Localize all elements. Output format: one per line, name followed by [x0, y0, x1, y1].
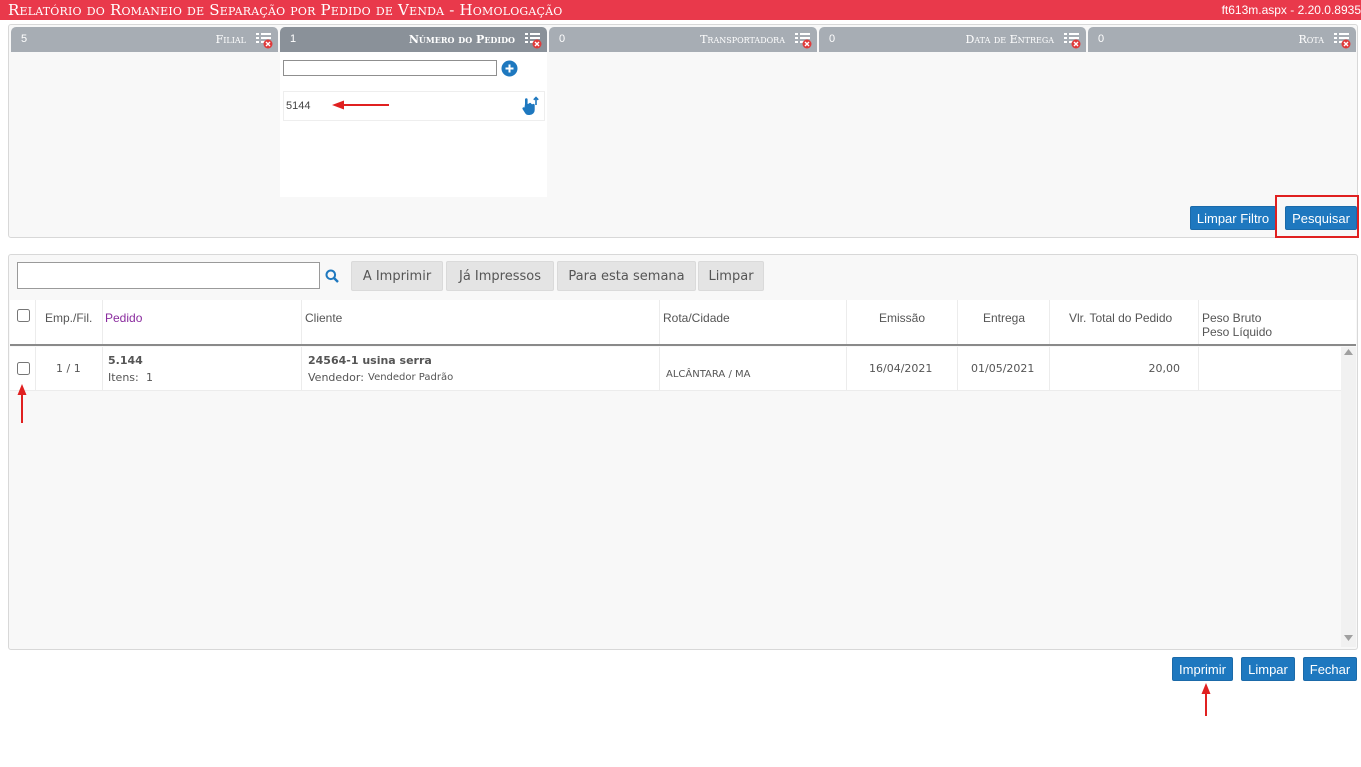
quick-filter-a-imprimir[interactable]: A Imprimir [351, 261, 443, 291]
filter-clear-icon[interactable] [1063, 31, 1081, 49]
filter-count: 0 [1098, 33, 1105, 45]
row-checkbox[interactable] [17, 362, 30, 375]
itens-label: Itens: [108, 371, 139, 384]
version-label: ft613m.aspx - 2.20.0.8935 [1221, 3, 1361, 17]
pedido-input[interactable] [283, 60, 497, 76]
pedido-cell: 5.144 Itens: 1 [103, 347, 302, 390]
cliente-cell: 24564-1 usina serra Vendedor: Vendedor P… [302, 347, 660, 390]
filter-label: Filial [215, 33, 246, 46]
pedido-filter-body: 5144 [280, 52, 547, 197]
search-icon[interactable] [325, 269, 339, 283]
header-select-cell [10, 300, 36, 344]
vendedor-name: Vendedor Padrão [368, 372, 454, 383]
filter-label: Número do Pedido [408, 33, 515, 46]
header-cliente[interactable]: Cliente [302, 300, 660, 344]
add-icon[interactable] [501, 60, 518, 77]
peso-cell [1199, 347, 1341, 390]
filter-clear-icon[interactable] [524, 31, 542, 49]
page-title: Relatório do Romaneio de Separação por P… [8, 1, 563, 19]
annotation-highlight-box [1275, 195, 1359, 238]
quick-filter-limpar[interactable]: Limpar [698, 261, 764, 291]
vendedor-label: Vendedor: [308, 371, 364, 384]
quick-filter-para-esta-semana[interactable]: Para esta semana [557, 261, 696, 291]
grid-search-input[interactable] [17, 262, 320, 289]
valor-cell: 20,00 [1050, 347, 1199, 390]
emp-fil-cell: 1 / 1 [36, 347, 103, 390]
title-bar: Relatório do Romaneio de Separação por P… [0, 0, 1361, 20]
imprimir-button[interactable]: Imprimir [1172, 657, 1233, 681]
header-rota-cidade[interactable]: Rota/Cidade [660, 300, 847, 344]
quick-filter-ja-impressos[interactable]: Já Impressos [446, 261, 554, 291]
filter-tab-transportadora[interactable]: 0 Transportadora [549, 27, 817, 52]
filter-tab-filial[interactable]: 5 Filial [11, 27, 278, 52]
pedido-filter-value: 5144 [286, 100, 311, 112]
filter-label: Transportadora [700, 33, 785, 46]
limpar-filtro-button[interactable]: Limpar Filtro [1190, 206, 1276, 230]
filter-clear-icon[interactable] [255, 31, 273, 49]
header-emp-fil[interactable]: Emp./Fil. [36, 300, 103, 344]
header-valor-total[interactable]: Vlr. Total do Pedido [1050, 300, 1199, 344]
filter-panel: 5 Filial 1 Número do Pedido 0 Transporta… [8, 24, 1358, 238]
pedido-number: 5.144 [108, 354, 143, 367]
hand-pointer-icon[interactable] [520, 96, 540, 116]
filter-clear-icon[interactable] [1333, 31, 1351, 49]
annotation-arrow-up-icon [1201, 683, 1211, 716]
filter-count: 0 [559, 33, 566, 45]
filter-label: Rota [1298, 33, 1324, 46]
filter-count: 5 [21, 33, 28, 45]
entrega-cell: 01/05/2021 [958, 347, 1050, 390]
header-pedido[interactable]: Pedido [103, 300, 302, 344]
filter-count: 1 [290, 33, 297, 45]
filter-tab-data-entrega[interactable]: 0 Data de Entrega [819, 27, 1086, 52]
filter-count: 0 [829, 33, 836, 45]
limpar-button[interactable]: Limpar [1241, 657, 1295, 681]
rota-cidade-cell: ALCÂNTARA / MA [660, 347, 847, 390]
itens-count: 1 [146, 371, 153, 384]
filter-clear-icon[interactable] [794, 31, 812, 49]
filter-label: Data de Entrega [965, 33, 1054, 46]
filter-tab-numero-pedido[interactable]: 1 Número do Pedido [280, 27, 547, 52]
header-entrega[interactable]: Entrega [958, 300, 1050, 344]
pedido-filter-item: 5144 [283, 91, 545, 121]
fechar-button[interactable]: Fechar [1303, 657, 1357, 681]
select-all-checkbox[interactable] [17, 309, 30, 322]
emissao-cell: 16/04/2021 [847, 347, 958, 390]
table-header: Emp./Fil. Pedido Cliente Rota/Cidade Emi… [10, 300, 1356, 346]
scroll-down-icon[interactable] [1344, 635, 1353, 641]
annotation-arrow-up-icon [17, 384, 27, 423]
header-peso[interactable]: Peso Bruto Peso Líquido [1199, 300, 1356, 344]
annotation-arrow-left-icon [332, 100, 389, 110]
filter-tab-rota[interactable]: 0 Rota [1088, 27, 1356, 52]
scroll-up-icon[interactable] [1344, 349, 1353, 355]
results-panel: A Imprimir Já Impressos Para esta semana… [8, 254, 1358, 650]
table-row[interactable]: 1 / 1 5.144 Itens: 1 24564-1 usina serra… [10, 347, 1341, 391]
cliente-name: 24564-1 usina serra [308, 354, 432, 367]
vertical-scrollbar[interactable] [1341, 347, 1356, 647]
header-emissao[interactable]: Emissão [847, 300, 958, 344]
